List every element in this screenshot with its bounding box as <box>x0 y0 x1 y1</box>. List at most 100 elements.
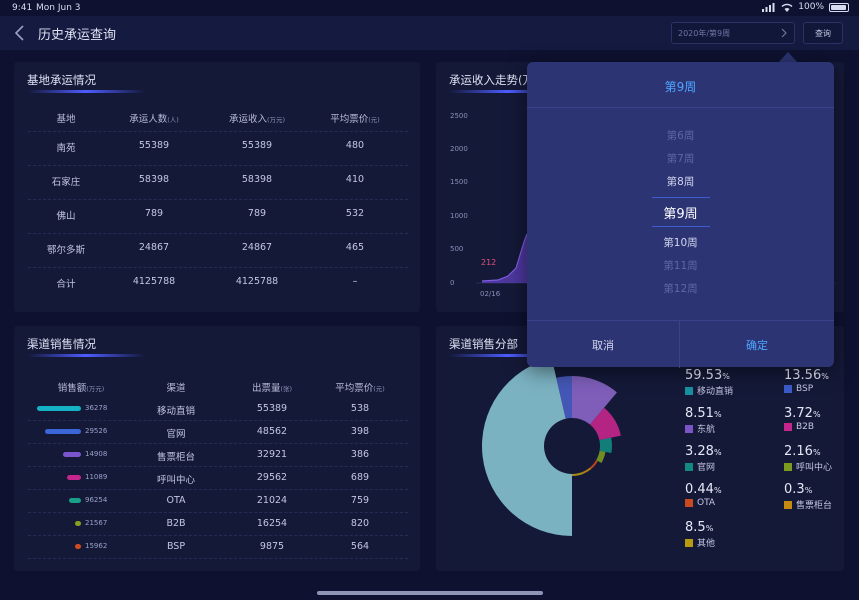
legend-swatch <box>685 386 693 395</box>
sales-bar <box>75 521 81 526</box>
rose-slice <box>589 460 598 469</box>
legend-swatch <box>784 500 792 509</box>
legend-percent: 8.51% <box>685 406 722 421</box>
legend-item: 0.44% OTA <box>685 482 722 508</box>
picker-selection-line-bottom <box>652 226 710 227</box>
legend-swatch <box>784 423 792 431</box>
sales-value: 14908 <box>85 450 108 458</box>
table-header: 出票量(张) <box>252 380 292 394</box>
legend-name: 移动直销 <box>685 384 733 397</box>
legend-item: 2.16% 呼叫中心 <box>784 444 832 473</box>
base-table-cell: – <box>352 276 358 287</box>
legend-percent-unit: % <box>804 486 813 495</box>
picker-option[interactable]: 第12周 <box>527 281 834 296</box>
picker-option[interactable]: 第8周 <box>527 174 834 189</box>
table-header-unit: (元) <box>368 116 380 124</box>
legend-item: 3.28% 官网 <box>685 444 722 473</box>
picker-option[interactable]: 第7周 <box>527 151 834 166</box>
legend-swatch <box>685 538 693 547</box>
legend-swatch <box>685 499 693 507</box>
picker-cancel-button[interactable]: 取消 <box>527 321 680 368</box>
picker-option[interactable]: 第9周 <box>527 203 834 222</box>
rose-slice <box>572 471 584 476</box>
base-table-cell: 4125788 <box>235 276 279 287</box>
base-table-cell: 58398 <box>241 174 273 185</box>
picker-arrow <box>779 52 797 62</box>
row-divider <box>28 165 408 166</box>
title-underline <box>27 90 145 93</box>
legend-percent-unit: % <box>821 372 829 381</box>
table-header: 基地 <box>56 111 75 125</box>
rose-slice <box>599 437 612 453</box>
nav-bar: 历史承运查询 2020年/第9周 查询 <box>0 16 859 50</box>
table-header: 承运收入(万元) <box>229 111 285 125</box>
channel-table-cell: 移动直销 <box>156 406 196 417</box>
table-header: 承运人数(人) <box>129 111 179 125</box>
table-header-label: 渠道 <box>166 383 186 394</box>
channel-table-cell: 16254 <box>256 518 288 529</box>
picker-footer: 取消 确定 <box>527 320 834 368</box>
sales-bar <box>62 452 81 457</box>
back-chevron-icon[interactable] <box>12 24 28 42</box>
legend-item: 0.3% 售票柜台 <box>784 482 832 511</box>
signal-icon <box>762 2 775 12</box>
channel-table-cell: BSP <box>166 541 186 552</box>
legend-name: 官网 <box>685 460 722 473</box>
week-select[interactable]: 2020年/第9周 <box>671 22 795 44</box>
row-divider <box>28 199 408 200</box>
base-table-cell: 4125788 <box>132 276 176 287</box>
sales-bar <box>67 475 81 480</box>
picker-option[interactable]: 第11周 <box>527 258 834 273</box>
wifi-icon <box>781 3 793 12</box>
channel-rose-chart <box>482 366 621 536</box>
table-header-unit: (万元) <box>86 385 105 393</box>
battery-percent: 100% <box>798 2 824 12</box>
legend-percent-value: 59.53 <box>685 368 723 383</box>
channel-table-cell: 689 <box>350 472 370 483</box>
channel-table-cell: 官网 <box>166 429 186 440</box>
legend-name-text: 呼叫中心 <box>796 463 833 473</box>
income-x-tick: 02/16 <box>480 290 501 298</box>
base-table-cell: 鄂尔多斯 <box>46 245 86 256</box>
picker-option[interactable]: 第10周 <box>527 235 834 250</box>
picker-confirm-button[interactable]: 确定 <box>680 321 834 368</box>
table-header-label: 平均票价 <box>335 383 374 394</box>
channel-table-cell: 55389 <box>256 403 288 414</box>
sales-bar <box>37 406 81 411</box>
legend-name-text: BSP <box>796 384 814 394</box>
legend-swatch <box>784 385 792 393</box>
base-panel-title: 基地承运情况 <box>27 73 96 87</box>
income-point-label: 212 <box>481 258 497 267</box>
base-table-cell: 789 <box>247 208 267 219</box>
legend-name: 呼叫中心 <box>784 460 832 473</box>
channel-table-cell: 呼叫中心 <box>156 475 196 486</box>
base-table-cell: 24867 <box>138 242 170 253</box>
legend-percent: 3.72% <box>784 406 821 421</box>
channel-table-cell: 21024 <box>256 495 288 506</box>
row-divider <box>28 489 408 490</box>
table-header-label: 基地 <box>56 114 76 125</box>
table-header-unit: (张) <box>280 385 293 393</box>
picker-option[interactable]: 第6周 <box>527 128 834 143</box>
sales-bar <box>69 498 81 503</box>
row-divider <box>28 558 408 559</box>
base-table-cell: 55389 <box>138 140 170 151</box>
channel-table-cell: 386 <box>350 449 370 460</box>
table-header-label: 承运收入 <box>228 114 267 125</box>
legend-name-text: B2B <box>796 422 815 432</box>
legend-percent-value: 3.72 <box>784 406 813 421</box>
week-select-value: 2020年/第9周 <box>678 29 731 38</box>
channel-table-cell: 398 <box>350 426 370 437</box>
status-indicators: 100% <box>762 2 849 12</box>
rose-slice <box>582 467 592 474</box>
legend-item: 8.51% 东航 <box>685 406 722 435</box>
status-time: 9:41 <box>12 3 33 13</box>
legend-name-text: OTA <box>697 498 716 508</box>
chevron-right-icon <box>781 28 787 38</box>
legend-name: 其他 <box>685 536 715 549</box>
legend-name: BSP <box>784 384 829 394</box>
query-button[interactable]: 查询 <box>803 22 843 44</box>
base-table-cell: 789 <box>144 208 164 219</box>
table-header-unit: (人) <box>167 116 179 124</box>
sales-bar <box>45 429 81 434</box>
